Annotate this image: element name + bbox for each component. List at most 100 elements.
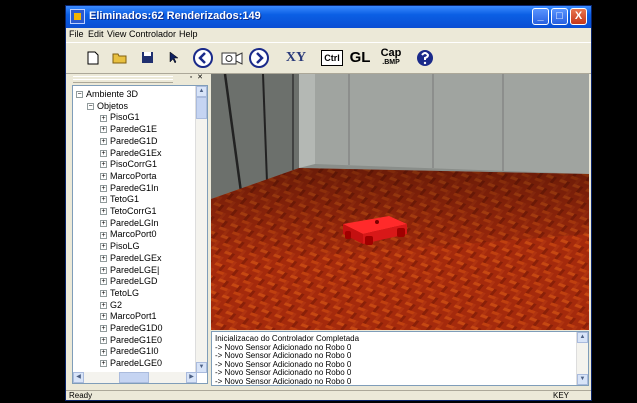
status-key-indicator: KEY <box>553 391 570 400</box>
tree-item-label: MarcoPort0 <box>110 229 157 240</box>
capture-bmp-button[interactable]: Cap .BMP <box>378 46 404 69</box>
scroll-thumb[interactable] <box>196 97 207 119</box>
menu-view[interactable]: View <box>107 29 126 39</box>
pointer-arrow-icon <box>169 51 179 64</box>
new-file-button[interactable] <box>84 46 102 69</box>
expand-icon[interactable]: + <box>100 266 107 274</box>
scroll-up-icon[interactable]: ▲ <box>196 86 207 97</box>
tree-item[interactable]: + ParedeLGD <box>100 276 158 286</box>
scroll-left-icon[interactable]: ◀ <box>73 372 84 383</box>
panel-restore-icon[interactable]: ▫ <box>187 74 195 82</box>
expand-icon[interactable]: + <box>100 278 107 286</box>
camera-button[interactable] <box>220 46 244 69</box>
console-scrollbar[interactable]: ▲ ▼ <box>576 332 588 385</box>
expand-icon[interactable]: + <box>100 137 107 145</box>
tree-item-label: ParedeLGD <box>110 276 158 287</box>
tree-item[interactable]: + TetoCorrG1 <box>100 206 157 216</box>
tree-item[interactable]: + ParedeG1E <box>100 124 157 134</box>
console-scroll-up-icon[interactable]: ▲ <box>577 332 588 343</box>
tree-item[interactable]: + ParedeG1D <box>100 136 158 146</box>
ctrl-button[interactable]: Ctrl <box>320 46 344 69</box>
help-button[interactable] <box>414 46 436 69</box>
tree-item[interactable]: + ParedeLGEx <box>100 253 162 263</box>
tree-item[interactable]: − Objetos <box>87 101 128 111</box>
title-bar[interactable]: Eliminados:62 Renderizados:149 _ □ X <box>66 6 591 28</box>
tree-item[interactable]: + ParedeG1In <box>100 183 159 193</box>
tree-item[interactable]: + G2 <box>100 300 122 310</box>
door-frame <box>299 74 315 168</box>
console-scroll-down-icon[interactable]: ▼ <box>577 374 588 385</box>
expand-icon[interactable]: + <box>100 290 107 298</box>
expand-icon[interactable]: + <box>100 114 107 122</box>
tree-item[interactable]: + ParedeG1E0 <box>100 335 162 345</box>
menu-controlador[interactable]: Controlador <box>129 29 176 39</box>
menu-edit[interactable]: Edit <box>88 29 104 39</box>
app-window: Eliminados:62 Renderizados:149 _ □ X Fil… <box>65 5 592 401</box>
question-icon <box>417 49 433 66</box>
gl-button[interactable]: GL <box>348 46 372 69</box>
expand-icon[interactable]: + <box>100 126 107 134</box>
log-console[interactable]: Inicializacao do Controlador Completada … <box>211 331 589 386</box>
panel-close-icon[interactable]: ✕ <box>196 74 204 82</box>
expand-icon[interactable]: + <box>100 184 107 192</box>
tree-item[interactable]: + ParedeLGE0 <box>100 358 162 368</box>
tree-item[interactable]: + MarcoPort0 <box>100 229 157 239</box>
tree-horizontal-scrollbar[interactable]: ◀ ▶ <box>73 372 197 383</box>
tree-item[interactable]: + ParedeG1D0 <box>100 323 163 333</box>
expand-icon[interactable]: + <box>100 161 107 169</box>
expand-icon[interactable]: + <box>100 301 107 309</box>
expand-icon[interactable]: + <box>100 313 107 321</box>
tree-item[interactable]: + PisoCorrG1 <box>100 159 157 169</box>
minimize-button[interactable]: _ <box>532 8 549 25</box>
expand-icon[interactable]: + <box>100 149 107 157</box>
expand-icon[interactable]: + <box>100 325 107 333</box>
expand-icon[interactable]: + <box>100 360 107 368</box>
rewind-button[interactable] <box>192 46 214 69</box>
tree-item[interactable]: + MarcoPort1 <box>100 311 157 321</box>
tree-item[interactable]: + ParedeLGE| <box>100 265 159 275</box>
tree-item-label: TetoCorrG1 <box>110 206 157 216</box>
scroll-down-icon[interactable]: ▼ <box>196 362 207 373</box>
tree-item[interactable]: + PisoLG <box>100 241 140 251</box>
object-tree[interactable]: − Ambiente 3D − Objetos + PisoG1 + ParedeG1E + Pa… <box>72 85 208 384</box>
expand-icon[interactable]: + <box>100 208 107 216</box>
tree-item[interactable]: + PisoG1 <box>100 112 140 122</box>
expand-icon[interactable]: + <box>100 196 107 204</box>
open-button[interactable] <box>110 46 130 69</box>
collapse-icon[interactable]: − <box>87 102 94 110</box>
menu-bar: File Edit View Controlador Help <box>66 28 591 42</box>
3d-viewport[interactable] <box>211 74 589 330</box>
menu-help[interactable]: Help <box>179 29 198 39</box>
expand-icon[interactable]: + <box>100 348 107 356</box>
expand-icon[interactable]: + <box>100 254 107 262</box>
menu-file[interactable]: File <box>69 29 84 39</box>
pointer-button[interactable] <box>166 46 182 69</box>
tree-item[interactable]: + ParedeG1I0 <box>100 346 159 356</box>
tree-item[interactable]: + ParedeG1Ex <box>100 148 162 158</box>
expand-icon[interactable]: + <box>100 336 107 344</box>
expand-icon[interactable]: + <box>100 173 107 181</box>
forward-button[interactable] <box>248 46 270 69</box>
hscroll-thumb[interactable] <box>119 372 149 383</box>
xy-view-button[interactable]: XY <box>284 46 308 69</box>
collapse-icon[interactable]: − <box>76 91 83 99</box>
back-wall <box>315 74 589 174</box>
forward-icon <box>249 47 269 68</box>
tree-vertical-scrollbar[interactable]: ▲ ▼ <box>195 86 207 373</box>
save-button[interactable] <box>138 46 156 69</box>
tree-item[interactable]: + TetoG1 <box>100 194 139 204</box>
tree-item[interactable]: + MarcoPorta <box>100 171 157 181</box>
tree-item-label: TetoLG <box>110 287 140 298</box>
maximize-button[interactable]: □ <box>551 8 568 25</box>
scroll-right-icon[interactable]: ▶ <box>186 372 197 383</box>
tree-item[interactable]: + ParedeLGIn <box>100 218 159 228</box>
open-folder-icon <box>112 53 127 64</box>
expand-icon[interactable]: + <box>100 219 107 227</box>
close-button[interactable]: X <box>570 8 587 25</box>
tree-item-label: ParedeLGIn <box>110 217 159 228</box>
tree-item[interactable]: − Ambiente 3D <box>76 89 138 99</box>
expand-icon[interactable]: + <box>100 231 107 239</box>
expand-icon[interactable]: + <box>100 243 107 251</box>
ctrl-label: Ctrl <box>321 49 343 66</box>
tree-item[interactable]: + TetoLG <box>100 288 139 298</box>
